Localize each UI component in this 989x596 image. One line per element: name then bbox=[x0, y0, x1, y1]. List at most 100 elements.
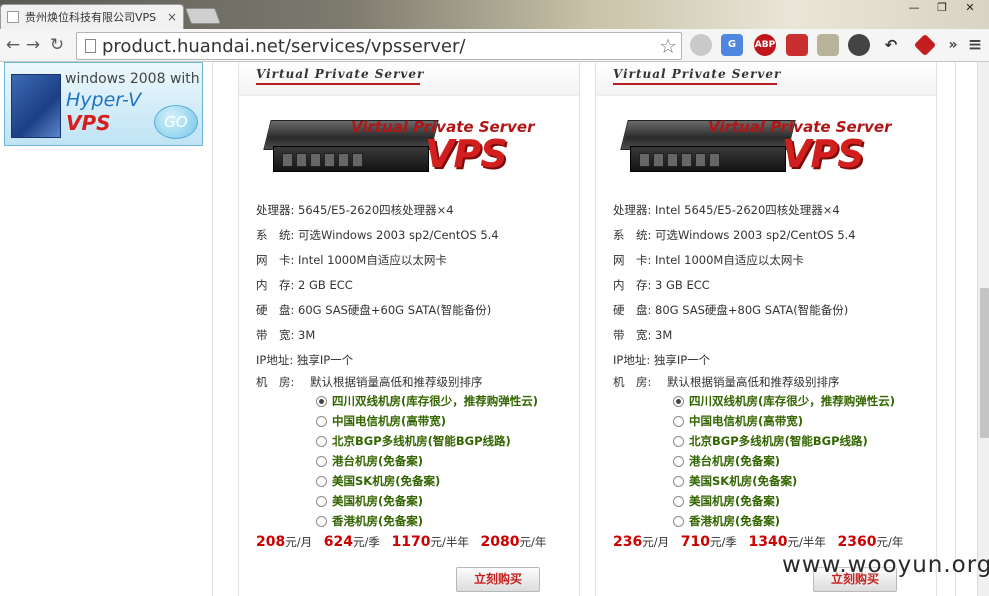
undo-icon[interactable]: ↶ bbox=[880, 34, 902, 56]
room-option-label: 港台机房(免备案) bbox=[332, 454, 424, 468]
new-tab-button[interactable] bbox=[185, 8, 221, 24]
radio[interactable] bbox=[316, 475, 327, 487]
radio[interactable] bbox=[673, 475, 684, 487]
radio[interactable] bbox=[316, 415, 327, 427]
price-list: 208元/月 624元/季 1170元/半年 2080元/年 bbox=[256, 534, 554, 550]
room-option[interactable]: 美国SK机房(免备案) bbox=[316, 473, 440, 489]
room-option[interactable]: 中国电信机房(高带宽) bbox=[316, 413, 446, 429]
vertical-scrollbar[interactable] bbox=[977, 62, 989, 596]
card-header: Virtual Private Server bbox=[596, 62, 936, 96]
hyperv-vps-ad[interactable]: windows 2008 with Hyper-V VPS GO bbox=[4, 62, 203, 146]
reload-icon[interactable]: ↻ bbox=[46, 35, 68, 55]
content-divider-left bbox=[212, 62, 213, 596]
price-quarter-unit: 元/季 bbox=[353, 535, 380, 549]
room-option-label: 美国机房(免备案) bbox=[689, 494, 781, 508]
ad-line2: Hyper-V bbox=[66, 89, 142, 111]
room-option[interactable]: 北京BGP多线机房(智能BGP线路) bbox=[316, 433, 511, 449]
price-halfyear-unit: 元/半年 bbox=[430, 535, 469, 549]
spec-ip: IP地址: 独享IP一个 bbox=[256, 353, 354, 367]
maximize-icon[interactable]: ❐ bbox=[930, 0, 954, 18]
tab-strip: 贵州焕位科技有限公司VPS × — ❐ ✕ bbox=[0, 0, 989, 29]
price-list: 236元/月 710元/季 1340元/半年 2360元/年 bbox=[613, 534, 911, 550]
windows-box-image bbox=[11, 74, 61, 138]
room-option-label: 香港机房(免备案) bbox=[689, 514, 781, 528]
radio[interactable] bbox=[673, 495, 684, 507]
spec-cpu: 处理器: Intel 5645/E5-2620四核处理器×4 bbox=[613, 203, 840, 217]
room-option-label: 中国电信机房(高带宽) bbox=[689, 414, 804, 428]
room-option-label: 港台机房(免备案) bbox=[689, 454, 781, 468]
room-option-label: 中国电信机房(高带宽) bbox=[332, 414, 447, 428]
radio[interactable] bbox=[316, 495, 327, 507]
more-extensions-icon[interactable]: » bbox=[942, 34, 964, 56]
extension-shield-icon[interactable] bbox=[817, 34, 839, 56]
radio[interactable] bbox=[673, 455, 684, 467]
buy-now-button[interactable]: 立刻购买 bbox=[456, 567, 540, 592]
diamond-extension-icon[interactable] bbox=[913, 33, 937, 57]
room-option[interactable]: 香港机房(免备案) bbox=[316, 513, 423, 529]
room-option[interactable]: 四川双线机房(库存很少，推荐购弹性云) bbox=[316, 393, 538, 409]
price-month-unit: 元/月 bbox=[285, 535, 313, 549]
room-label: 机 房: bbox=[613, 375, 652, 389]
room-option[interactable]: 美国机房(免备案) bbox=[673, 493, 780, 509]
card-header: Virtual Private Server bbox=[239, 62, 579, 96]
room-option[interactable]: 四川双线机房(库存很少，推荐购弹性云) bbox=[673, 393, 895, 409]
scrollbar-thumb[interactable] bbox=[980, 288, 989, 438]
back-icon[interactable]: ← bbox=[2, 35, 24, 55]
banner-vps: VPS bbox=[425, 132, 508, 176]
watermark-text: www.wooyun.org bbox=[782, 552, 989, 578]
browser-tab[interactable]: 贵州焕位科技有限公司VPS × bbox=[0, 4, 184, 29]
adblock-icon[interactable]: ABP bbox=[754, 34, 776, 56]
price-month-unit: 元/月 bbox=[642, 535, 670, 549]
radio-selected[interactable] bbox=[316, 395, 327, 407]
spec-ram: 内 存: 3 GB ECC bbox=[613, 278, 710, 292]
spec-ip: IP地址: 独享IP一个 bbox=[613, 353, 711, 367]
room-option-label: 四川双线机房(库存很少，推荐购弹性云) bbox=[689, 394, 896, 408]
radio[interactable] bbox=[673, 435, 684, 447]
bookmark-star-icon[interactable]: ☆ bbox=[659, 34, 677, 58]
room-option[interactable]: 美国SK机房(免备案) bbox=[673, 473, 797, 489]
price-year: 2360 bbox=[837, 534, 877, 550]
room-option-label: 美国SK机房(免备案) bbox=[332, 474, 441, 488]
spec-room: 机 房: 默认根据销量高低和推荐级别排序 bbox=[613, 374, 840, 390]
url-text[interactable]: product.huandai.net/services/vpsserver/ bbox=[102, 36, 465, 57]
room-note: 默认根据销量高低和推荐级别排序 bbox=[667, 375, 840, 389]
price-month: 208 bbox=[256, 534, 286, 550]
radio[interactable] bbox=[316, 515, 327, 527]
radio-selected[interactable] bbox=[673, 395, 684, 407]
room-option[interactable]: 中国电信机房(高带宽) bbox=[673, 413, 803, 429]
address-bar[interactable]: product.huandai.net/services/vpsserver/ … bbox=[76, 32, 682, 60]
globe-icon[interactable] bbox=[690, 34, 712, 56]
room-option[interactable]: 美国机房(免备案) bbox=[316, 493, 423, 509]
room-option[interactable]: 香港机房(免备案) bbox=[673, 513, 780, 529]
price-year-unit: 元/年 bbox=[519, 535, 547, 549]
forward-icon[interactable]: → bbox=[22, 35, 44, 55]
price-halfyear: 1170 bbox=[391, 534, 431, 550]
card-header-title: Virtual Private Server bbox=[256, 67, 425, 81]
card-header-title: Virtual Private Server bbox=[613, 67, 782, 81]
close-window-icon[interactable]: ✕ bbox=[958, 0, 982, 18]
room-option[interactable]: 港台机房(免备案) bbox=[673, 453, 780, 469]
radio[interactable] bbox=[316, 435, 327, 447]
header-underline bbox=[256, 83, 420, 85]
spec-nic: 网 卡: Intel 1000M自适应以太网卡 bbox=[613, 253, 804, 267]
spec-room: 机 房: 默认根据销量高低和推荐级别排序 bbox=[256, 374, 483, 390]
room-option[interactable]: 港台机房(免备案) bbox=[316, 453, 423, 469]
page-icon bbox=[85, 39, 96, 53]
radio[interactable] bbox=[316, 455, 327, 467]
vps-plan-card: Virtual Private Server Virtual Private S… bbox=[595, 62, 937, 596]
room-option-label: 香港机房(免备案) bbox=[332, 514, 424, 528]
spy-icon[interactable] bbox=[848, 34, 870, 56]
extension-icon[interactable] bbox=[786, 34, 808, 56]
menu-icon[interactable]: ≡ bbox=[964, 34, 986, 56]
radio[interactable] bbox=[673, 515, 684, 527]
radio[interactable] bbox=[673, 415, 684, 427]
price-year-unit: 元/年 bbox=[876, 535, 904, 549]
ad-go-button[interactable]: GO bbox=[154, 105, 198, 139]
price-quarter: 624 bbox=[323, 534, 353, 550]
translate-icon[interactable]: G bbox=[721, 34, 743, 56]
minimize-icon[interactable]: — bbox=[902, 0, 926, 18]
tab-close-icon[interactable]: × bbox=[167, 10, 177, 24]
spec-disk: 硬 盘: 60G SAS硬盘+60G SATA(智能备份) bbox=[256, 303, 492, 317]
room-option[interactable]: 北京BGP多线机房(智能BGP线路) bbox=[673, 433, 868, 449]
room-option-label: 北京BGP多线机房(智能BGP线路) bbox=[689, 434, 868, 448]
